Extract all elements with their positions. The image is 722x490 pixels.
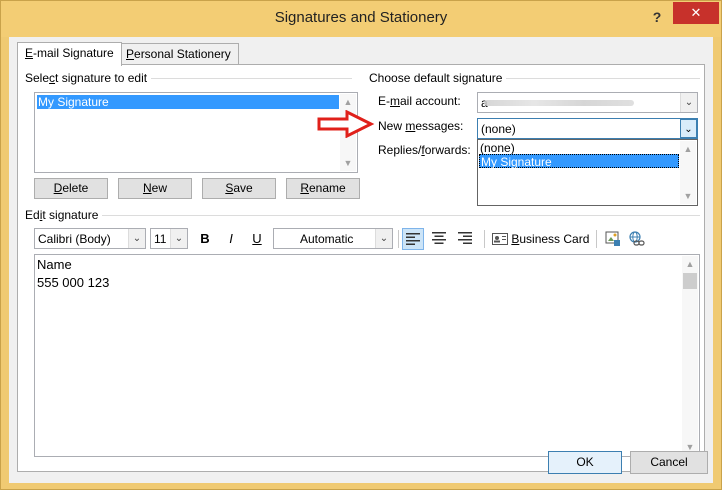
chevron-down-icon[interactable]: ⌄ bbox=[375, 229, 392, 248]
save-button[interactable]: Save bbox=[202, 178, 276, 199]
scroll-up-icon[interactable]: ▲ bbox=[680, 141, 696, 157]
redacted-email bbox=[484, 100, 634, 106]
edit-signature-label: Edit signature bbox=[25, 208, 103, 222]
dialog-window: Signatures and Stationery ? ✕ E-mail Sig… bbox=[0, 0, 722, 490]
tab-personal-stationery[interactable]: Personal Stationery bbox=[118, 43, 239, 65]
list-item[interactable]: (none) bbox=[479, 141, 679, 155]
font-color-value: Automatic bbox=[300, 232, 354, 246]
new-messages-combo[interactable]: (none) ⌄ bbox=[477, 118, 698, 139]
help-button[interactable]: ? bbox=[647, 7, 667, 27]
scroll-thumb[interactable] bbox=[683, 273, 697, 289]
new-messages-label: New messages: bbox=[378, 119, 464, 133]
toolbar-separator bbox=[398, 230, 399, 248]
font-value: Calibri (Body) bbox=[38, 232, 111, 246]
chevron-down-icon[interactable]: ⌄ bbox=[128, 229, 145, 248]
toolbar-separator bbox=[596, 230, 597, 248]
dropdown-scrollbar[interactable]: ▲ ▼ bbox=[680, 141, 696, 204]
insert-hyperlink-button[interactable] bbox=[626, 228, 648, 250]
scroll-down-icon[interactable]: ▼ bbox=[340, 155, 356, 171]
signature-list[interactable]: My Signature ▲ ▼ bbox=[34, 92, 358, 173]
chevron-down-icon[interactable]: ⌄ bbox=[680, 119, 697, 138]
window-title: Signatures and Stationery bbox=[274, 9, 448, 26]
email-account-combo[interactable]: a ⌄ bbox=[477, 92, 698, 113]
email-signature-page: Select signature to edit My Signature ▲ … bbox=[17, 64, 705, 472]
red-arrow-icon bbox=[317, 110, 375, 138]
email-account-label: E-mail account: bbox=[378, 94, 461, 108]
scroll-up-icon[interactable]: ▲ bbox=[682, 256, 698, 272]
tab-label: ersonal Stationery bbox=[134, 47, 231, 61]
chevron-down-icon[interactable]: ⌄ bbox=[680, 93, 697, 112]
new-messages-value: (none) bbox=[481, 122, 516, 136]
signature-line[interactable]: Name bbox=[37, 257, 72, 272]
group-divider bbox=[26, 215, 700, 216]
new-messages-dropdown-list[interactable]: (none) My Signature ▲ ▼ bbox=[477, 139, 698, 206]
insert-picture-button[interactable] bbox=[602, 228, 624, 250]
rename-button[interactable]: Rename bbox=[286, 178, 360, 199]
editor-scrollbar[interactable]: ▲ ▼ bbox=[682, 256, 698, 455]
font-size-value: 11 bbox=[154, 232, 167, 246]
ok-button[interactable]: OK bbox=[548, 451, 622, 474]
signature-editor[interactable]: Name 555 000 123 ▲ ▼ bbox=[34, 254, 700, 457]
hyperlink-icon bbox=[629, 231, 645, 246]
font-combo[interactable]: Calibri (Body) ⌄ bbox=[34, 228, 146, 249]
scroll-up-icon[interactable]: ▲ bbox=[340, 94, 356, 110]
font-size-combo[interactable]: 11 ⌄ bbox=[150, 228, 188, 249]
tab-mnemonic: P bbox=[126, 47, 135, 61]
bold-button[interactable]: B bbox=[194, 228, 216, 250]
dialog-client: E-mail Signature Personal Stationery Sel… bbox=[9, 37, 713, 483]
tab-email-signature[interactable]: E-mail Signature bbox=[17, 42, 122, 66]
italic-button[interactable]: I bbox=[220, 228, 242, 250]
scroll-down-icon[interactable]: ▼ bbox=[680, 188, 696, 204]
align-right-icon bbox=[458, 232, 472, 244]
list-item[interactable]: My Signature bbox=[37, 95, 339, 109]
replies-forwards-label: Replies/forwards: bbox=[378, 143, 471, 157]
signature-line[interactable]: 555 000 123 bbox=[37, 275, 109, 290]
align-left-icon bbox=[406, 233, 420, 245]
tab-mnemonic: E bbox=[25, 46, 34, 60]
insert-picture-icon bbox=[605, 231, 620, 246]
business-card-icon bbox=[492, 233, 508, 245]
align-left-button[interactable] bbox=[402, 228, 424, 250]
close-button[interactable]: ✕ bbox=[673, 2, 719, 24]
formatting-toolbar: Calibri (Body) ⌄ 11 ⌄ B I U Automatic ⌄ bbox=[34, 228, 702, 250]
underline-button[interactable]: U bbox=[246, 228, 268, 250]
toolbar-separator bbox=[484, 230, 485, 248]
align-center-button[interactable] bbox=[428, 228, 450, 250]
align-right-button[interactable] bbox=[454, 228, 476, 250]
business-card-button[interactable]: Business Card bbox=[492, 228, 589, 250]
align-center-icon bbox=[432, 232, 446, 244]
font-color-combo[interactable]: Automatic ⌄ bbox=[273, 228, 393, 249]
select-signature-label: Select signature to edit bbox=[25, 71, 152, 85]
new-button[interactable]: New bbox=[118, 178, 192, 199]
title-bar[interactable]: Signatures and Stationery ? ✕ bbox=[1, 1, 721, 37]
chevron-down-icon[interactable]: ⌄ bbox=[170, 229, 187, 248]
list-item[interactable]: My Signature bbox=[479, 154, 679, 169]
cancel-button[interactable]: Cancel bbox=[630, 451, 708, 474]
tab-label: -mail Signature bbox=[33, 46, 114, 60]
default-signature-label: Choose default signature bbox=[369, 71, 507, 85]
delete-button[interactable]: Delete bbox=[34, 178, 108, 199]
